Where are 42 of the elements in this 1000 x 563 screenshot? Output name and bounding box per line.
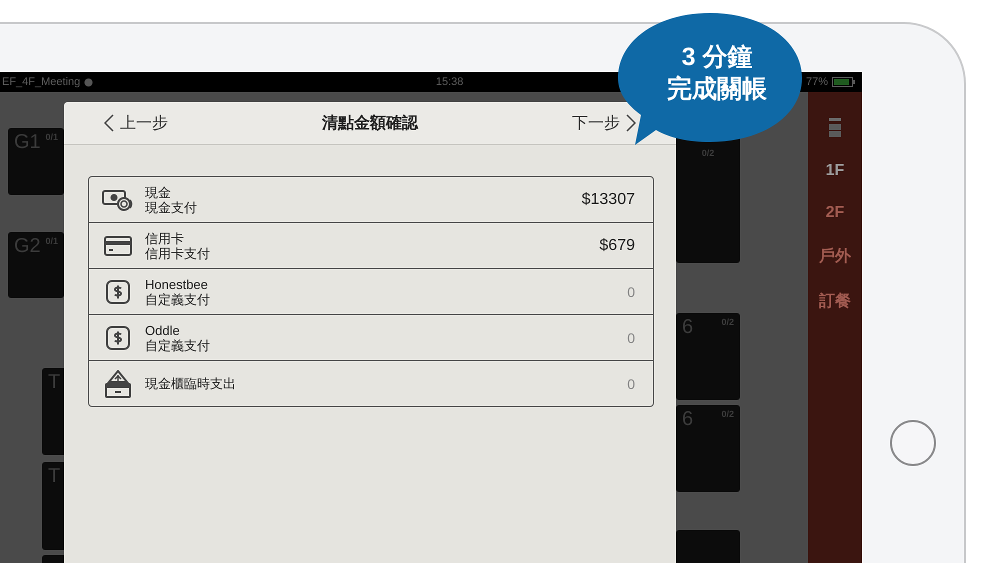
dollar-icon [106,326,130,350]
payment-amount: 0 [627,376,635,392]
battery-icon [832,77,856,87]
floor-tab[interactable]: 1F [826,162,844,180]
chevron-left-icon [104,114,114,132]
battery-percent: 77% [806,76,828,88]
payment-amount: $13307 [582,190,635,208]
bubble-text: 完成關帳 [667,74,767,104]
payment-row[interactable]: Oddle 自定義支付 0 [89,314,653,360]
payment-name: 信用卡 [145,230,185,246]
menu-icon[interactable] [829,118,841,138]
credit-card-icon [104,236,132,256]
payment-name: Oddle [145,322,181,338]
next-button[interactable]: 下一步 [562,112,646,134]
home-button[interactable] [890,420,936,466]
back-button[interactable]: 上一步 [94,112,178,134]
payment-amount: 0 [627,284,635,300]
payment-name: 現金 [145,184,172,200]
network-name: EF_4F_Meeting [2,76,80,88]
payment-row[interactable]: 現金 現金支付 $13307 [89,177,653,222]
payment-method: 信用卡支付 [145,246,211,260]
payment-amount: 0 [627,330,635,346]
payment-amount: $679 [599,236,635,254]
payment-method: 自定義支付 [145,292,211,306]
dialog-title: 清點金額確認 [322,113,418,134]
bubble-text: 3 分鐘 [682,42,752,72]
payment-row[interactable]: 信用卡 信用卡支付 $679 [89,222,653,268]
payment-method: 現金支付 [145,200,198,214]
floor-tab[interactable]: 訂餐 [819,291,851,312]
chevron-right-icon [626,114,636,132]
floor-tab[interactable]: 2F [826,204,844,222]
payment-name: Honestbee [145,276,209,292]
payment-method: 自定義支付 [145,338,211,352]
lock-rotation-icon [84,78,94,86]
clock-time: 15:38 [436,76,464,88]
banknote-coin-icon [102,188,134,210]
payment-row[interactable]: 現金櫃臨時支出 0 [89,360,653,406]
dollar-icon [106,280,130,304]
floor-tab[interactable]: 戶外 [819,246,851,267]
payment-row[interactable]: Honestbee 自定義支付 0 [89,268,653,314]
payment-name: 現金櫃臨時支出 [145,376,237,391]
cash-drawer-icon [105,370,131,398]
